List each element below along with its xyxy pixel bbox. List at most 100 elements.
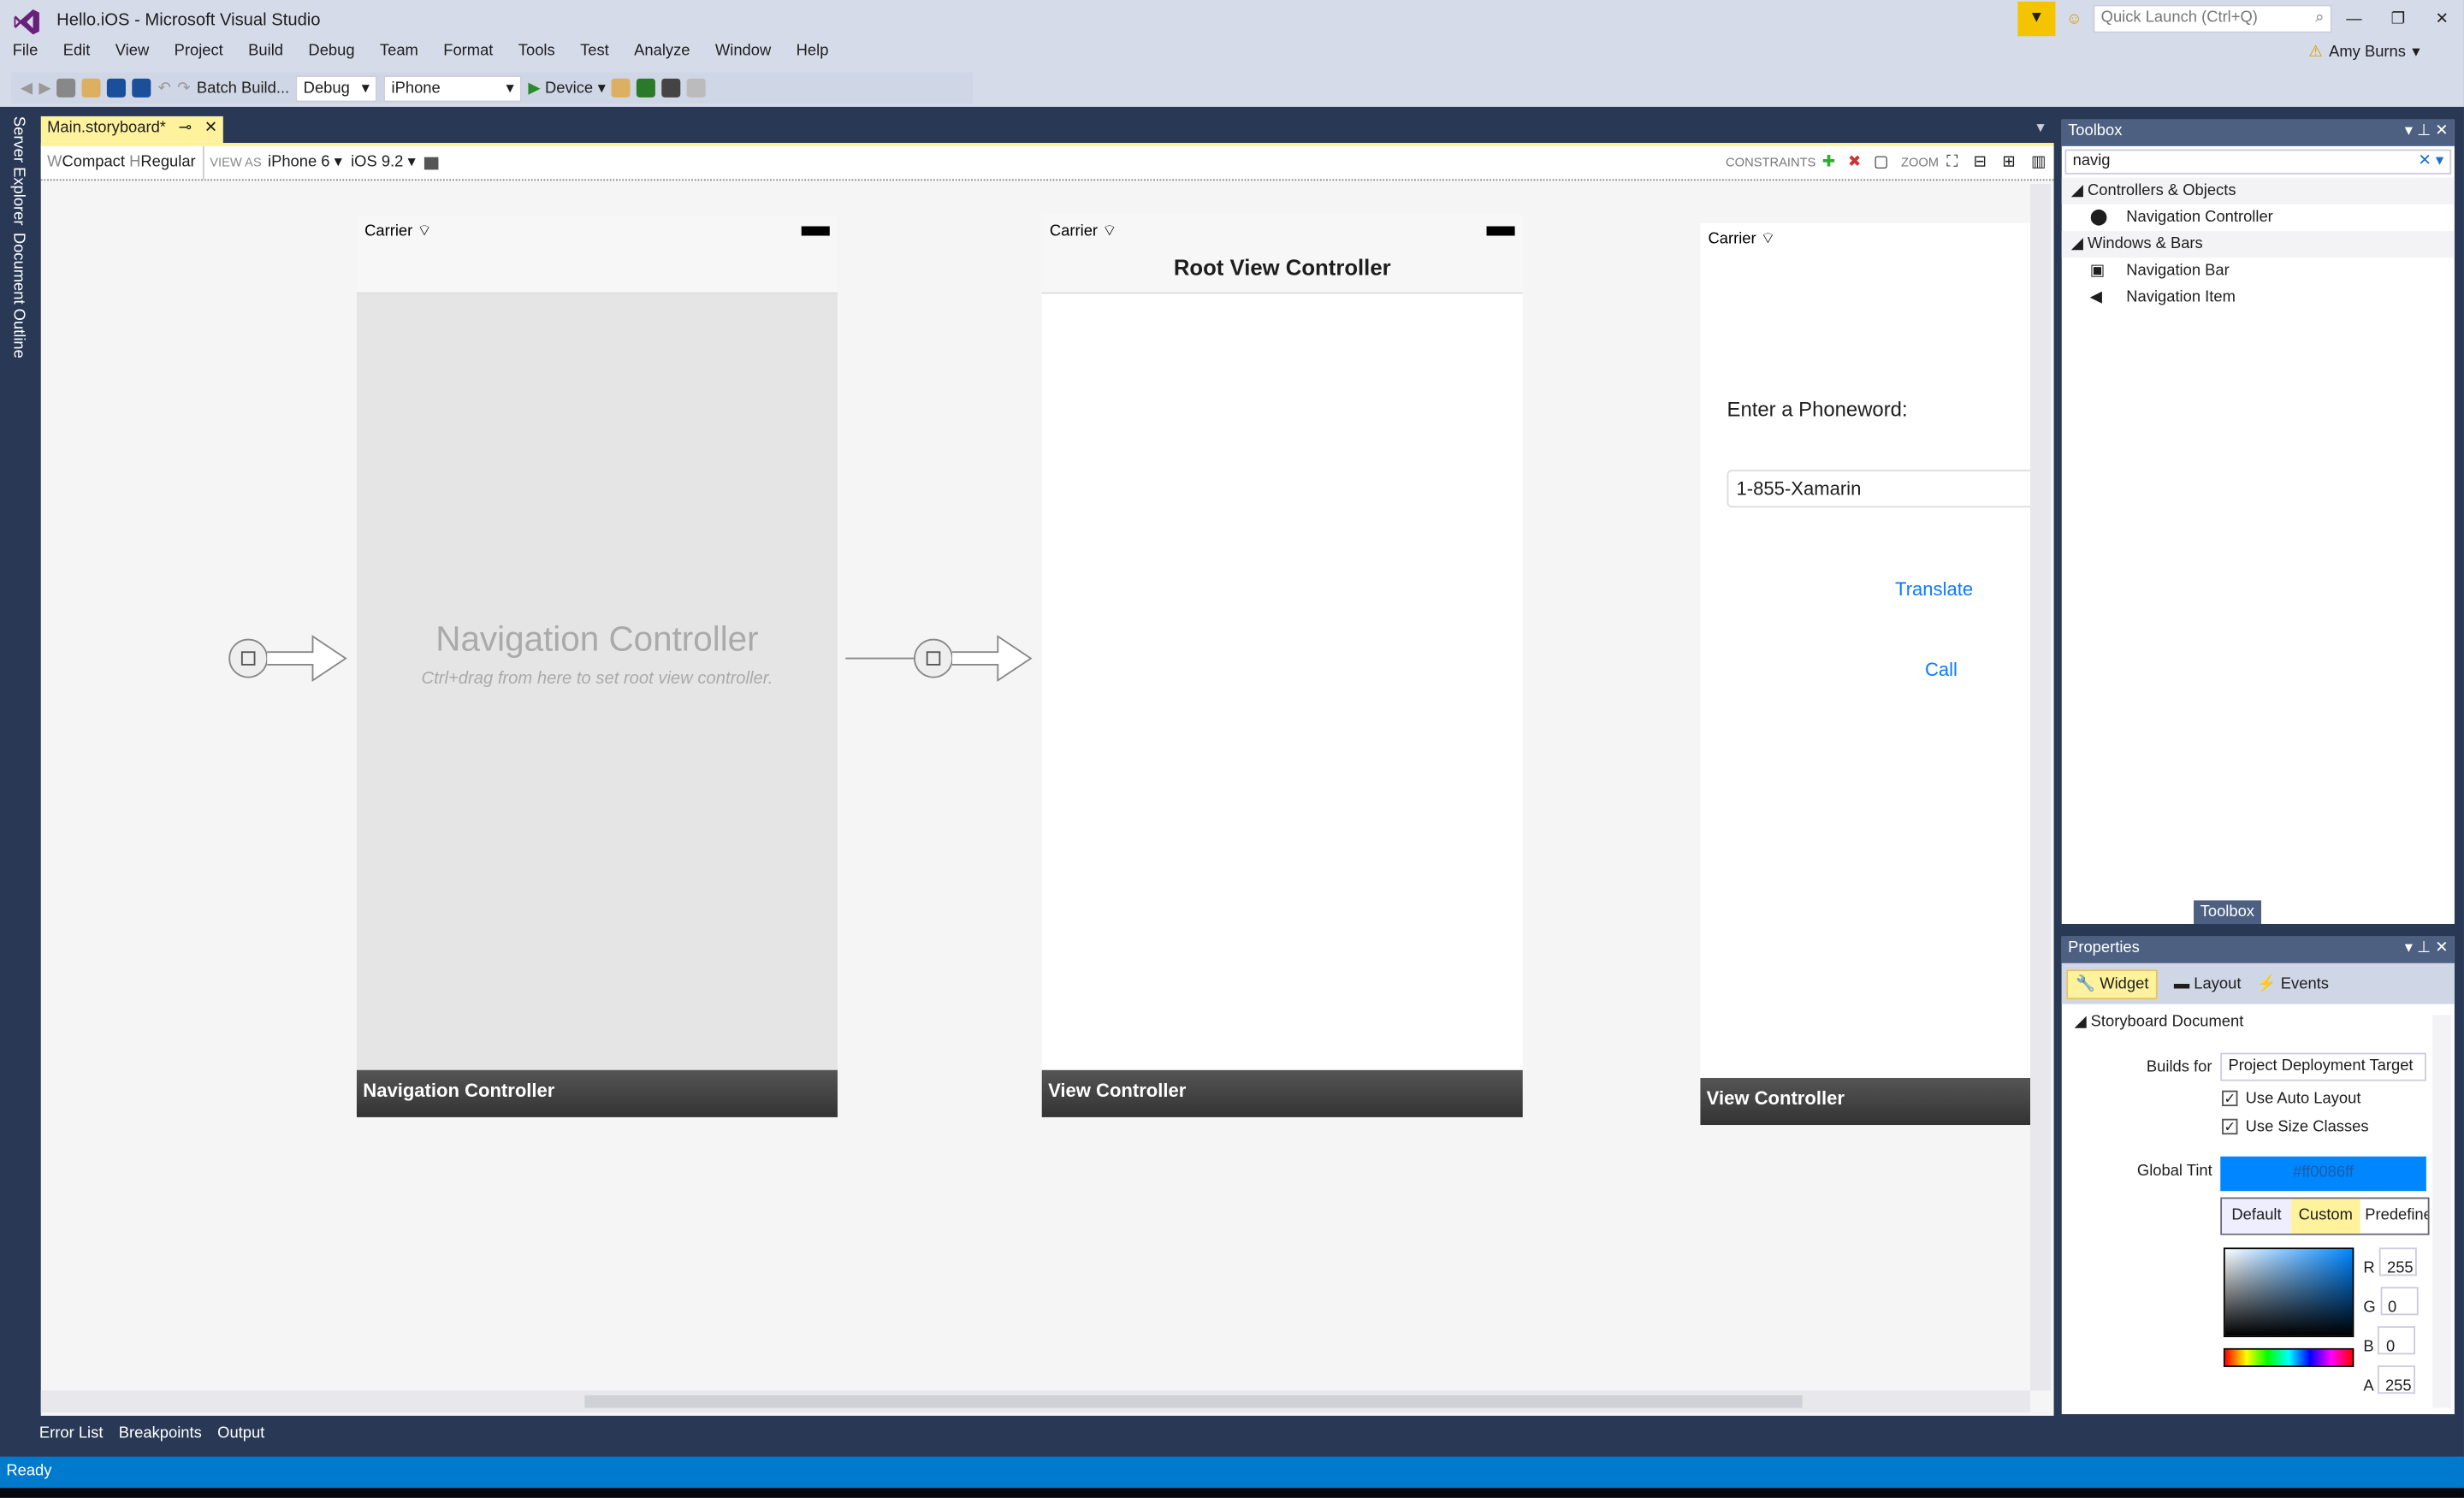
g-input[interactable]: 0 xyxy=(2379,1287,2418,1317)
menu-test[interactable]: Test xyxy=(567,43,621,68)
redo-icon[interactable]: ↷ xyxy=(177,80,190,97)
hue-slider[interactable] xyxy=(2223,1347,2354,1367)
zoom-fit-icon[interactable]: ⛶ xyxy=(1939,154,1965,171)
tab-main-storyboard[interactable]: Main.storyboard* ⊸ ✕ xyxy=(40,115,224,144)
add-constraints-icon[interactable]: ✚ xyxy=(1815,154,1841,171)
close-tab-icon[interactable]: ✕ xyxy=(204,120,217,140)
tab-events[interactable]: ⚡ Events xyxy=(2257,975,2329,992)
save-icon[interactable] xyxy=(107,78,127,98)
scene-footer[interactable]: Navigation Controller xyxy=(356,1069,838,1117)
pin-icon[interactable]: ⊸ xyxy=(179,120,192,140)
r-input[interactable]: 255 xyxy=(2378,1247,2417,1277)
ipa-icon[interactable] xyxy=(687,78,707,98)
phoneword-text-field[interactable]: 1-855-Xamarin xyxy=(1727,470,2031,508)
horizontal-scrollbar[interactable] xyxy=(40,1390,2031,1413)
restore-button[interactable]: ❐ xyxy=(2376,10,2420,27)
use-size-classes-checkbox[interactable]: ✓ Use Size Classes xyxy=(2222,1118,2369,1136)
menu-build[interactable]: Build xyxy=(235,43,295,68)
section-storyboard-document[interactable]: ◢ Storyboard Document xyxy=(2062,1004,2455,1040)
tab-overflow-icon[interactable]: ▾ xyxy=(2036,120,2044,137)
phoneword-label[interactable]: Enter a Phoneword: xyxy=(1727,398,1908,422)
tab-solution-explorer[interactable]: Solution Explorer xyxy=(2062,900,2194,924)
menu-tools[interactable]: Tools xyxy=(506,43,567,68)
notification-filter-icon[interactable]: ▼ xyxy=(2017,1,2056,37)
zoom-actual-icon[interactable]: ▥ xyxy=(2023,154,2054,171)
new-project-icon[interactable] xyxy=(56,78,76,98)
menu-window[interactable]: Window xyxy=(702,43,784,68)
size-class-selector[interactable]: W Compact H Regular xyxy=(41,145,204,180)
toolbox-group-windows-bars[interactable]: ◢ Windows & Bars xyxy=(2061,230,2455,258)
nav-title[interactable]: Root View Controller xyxy=(1050,255,1515,280)
properties-scrollbar[interactable] xyxy=(2432,1015,2452,1408)
forward-icon[interactable]: ▶ xyxy=(38,80,50,97)
zoom-in-icon[interactable]: ⊞ xyxy=(1994,154,2023,171)
batch-build-button[interactable]: Batch Build... xyxy=(197,80,289,97)
scene-footer[interactable]: View Controller xyxy=(1041,1069,1523,1117)
tab-output[interactable]: Output xyxy=(217,1425,264,1442)
dropdown-icon[interactable]: ▾ xyxy=(2405,939,2413,956)
ios-version-select[interactable]: iOS 9.2 ▾ xyxy=(351,154,416,171)
scene-footer[interactable]: View Controller xyxy=(1700,1077,2031,1126)
custom-button[interactable]: Custom xyxy=(2290,1199,2360,1234)
run-button[interactable]: ▶ Device ▾ xyxy=(528,80,606,97)
initial-segue-arrow[interactable] xyxy=(226,633,352,684)
back-icon[interactable]: ◀ xyxy=(21,80,33,97)
builds-for-select[interactable]: Project Deployment Target xyxy=(2220,1052,2426,1081)
vertical-scrollbar[interactable] xyxy=(2030,183,2051,1391)
toolbox-group-controllers[interactable]: ◢ Controllers & Objects xyxy=(2061,177,2455,204)
zoom-out-icon[interactable]: ⊟ xyxy=(1965,154,1994,171)
color-picker-area[interactable] xyxy=(2223,1247,2354,1338)
toolbox-item-navigation-bar[interactable]: ▣ Navigation Bar xyxy=(2062,258,2455,284)
menu-help[interactable]: Help xyxy=(784,43,841,68)
default-button[interactable]: Default xyxy=(2222,1199,2291,1234)
device-select[interactable]: iPhone 6 ▾ xyxy=(268,154,342,171)
scene-root-view-controller[interactable]: Carrier ⌔ Root View Controller View Contr… xyxy=(1041,215,1523,1117)
find-in-files-icon[interactable] xyxy=(612,78,631,98)
document-outline-tab[interactable]: Document Outline xyxy=(9,233,27,358)
menu-project[interactable]: Project xyxy=(162,43,236,68)
scrollbar-thumb[interactable] xyxy=(584,1394,1803,1408)
menu-edit[interactable]: Edit xyxy=(50,43,103,68)
configuration-select[interactable]: Debug ▾ xyxy=(295,74,378,102)
tab-error-list[interactable]: Error List xyxy=(39,1425,104,1442)
tab-toolbox[interactable]: Toolbox xyxy=(2194,900,2261,924)
remove-constraints-icon[interactable]: ✖ xyxy=(1841,154,1867,171)
use-auto-layout-checkbox[interactable]: ✓ Use Auto Layout xyxy=(2222,1090,2360,1108)
scene-navigation-controller[interactable]: Carrier ⌔ Navigation Controller Ctrl+dra… xyxy=(356,215,838,1117)
global-tint-swatch[interactable]: #ff0086ff xyxy=(2220,1156,2426,1192)
minimize-button[interactable]: — xyxy=(2332,10,2376,27)
toolbox-item-navigation-item[interactable]: ◀ Navigation Item xyxy=(2062,284,2455,311)
pin-icon[interactable]: ⊥ xyxy=(2417,122,2431,139)
save-all-icon[interactable] xyxy=(133,78,152,98)
menu-analyze[interactable]: Analyze xyxy=(621,43,702,68)
toolbox-search-input[interactable]: navig ✕ ▾ xyxy=(2064,149,2452,175)
translate-button[interactable]: Translate xyxy=(1895,578,1973,601)
close-icon[interactable]: ✕ xyxy=(2435,939,2448,956)
menu-view[interactable]: View xyxy=(103,43,162,68)
quick-launch-input[interactable]: Quick Launch (Ctrl+Q) ⌕ xyxy=(2093,4,2332,33)
server-explorer-tab[interactable]: Server Explorer xyxy=(9,116,27,226)
scene-phoneword-view-controller[interactable]: Carrier ⌔ Enter a Phoneword: 1-855-Xamar… xyxy=(1700,222,2031,1126)
frame-icon[interactable]: ▢ xyxy=(1868,154,1895,171)
a-input[interactable]: 255 xyxy=(2377,1365,2415,1395)
tab-breakpoints[interactable]: Breakpoints xyxy=(119,1425,202,1442)
device-refresh-icon[interactable] xyxy=(662,78,682,98)
theme-toggle-icon[interactable] xyxy=(424,156,439,169)
b-input[interactable]: 0 xyxy=(2378,1326,2416,1356)
close-icon[interactable]: ✕ xyxy=(2435,122,2448,139)
toolbox-item-navigation-controller[interactable]: ⬤ Navigation Controller xyxy=(2062,204,2455,231)
tab-layout[interactable]: ▬ Layout xyxy=(2174,975,2242,992)
menu-format[interactable]: Format xyxy=(431,43,506,68)
device-monitor-icon[interactable] xyxy=(637,78,656,98)
predefined-button[interactable]: Predefined xyxy=(2360,1199,2427,1233)
clear-search-icon[interactable]: ✕ ▾ xyxy=(2418,152,2443,171)
undo-icon[interactable]: ↶ xyxy=(157,80,170,97)
root-segue-arrow[interactable] xyxy=(845,633,1037,684)
menu-debug[interactable]: Debug xyxy=(296,43,368,68)
open-file-icon[interactable] xyxy=(82,78,102,98)
tab-widget[interactable]: 🔧 Widget xyxy=(2066,968,2159,999)
close-button[interactable]: ✕ xyxy=(2420,10,2464,27)
menu-team[interactable]: Team xyxy=(367,43,430,68)
menu-file[interactable]: File xyxy=(0,43,50,68)
call-button[interactable]: Call xyxy=(1925,659,1958,681)
